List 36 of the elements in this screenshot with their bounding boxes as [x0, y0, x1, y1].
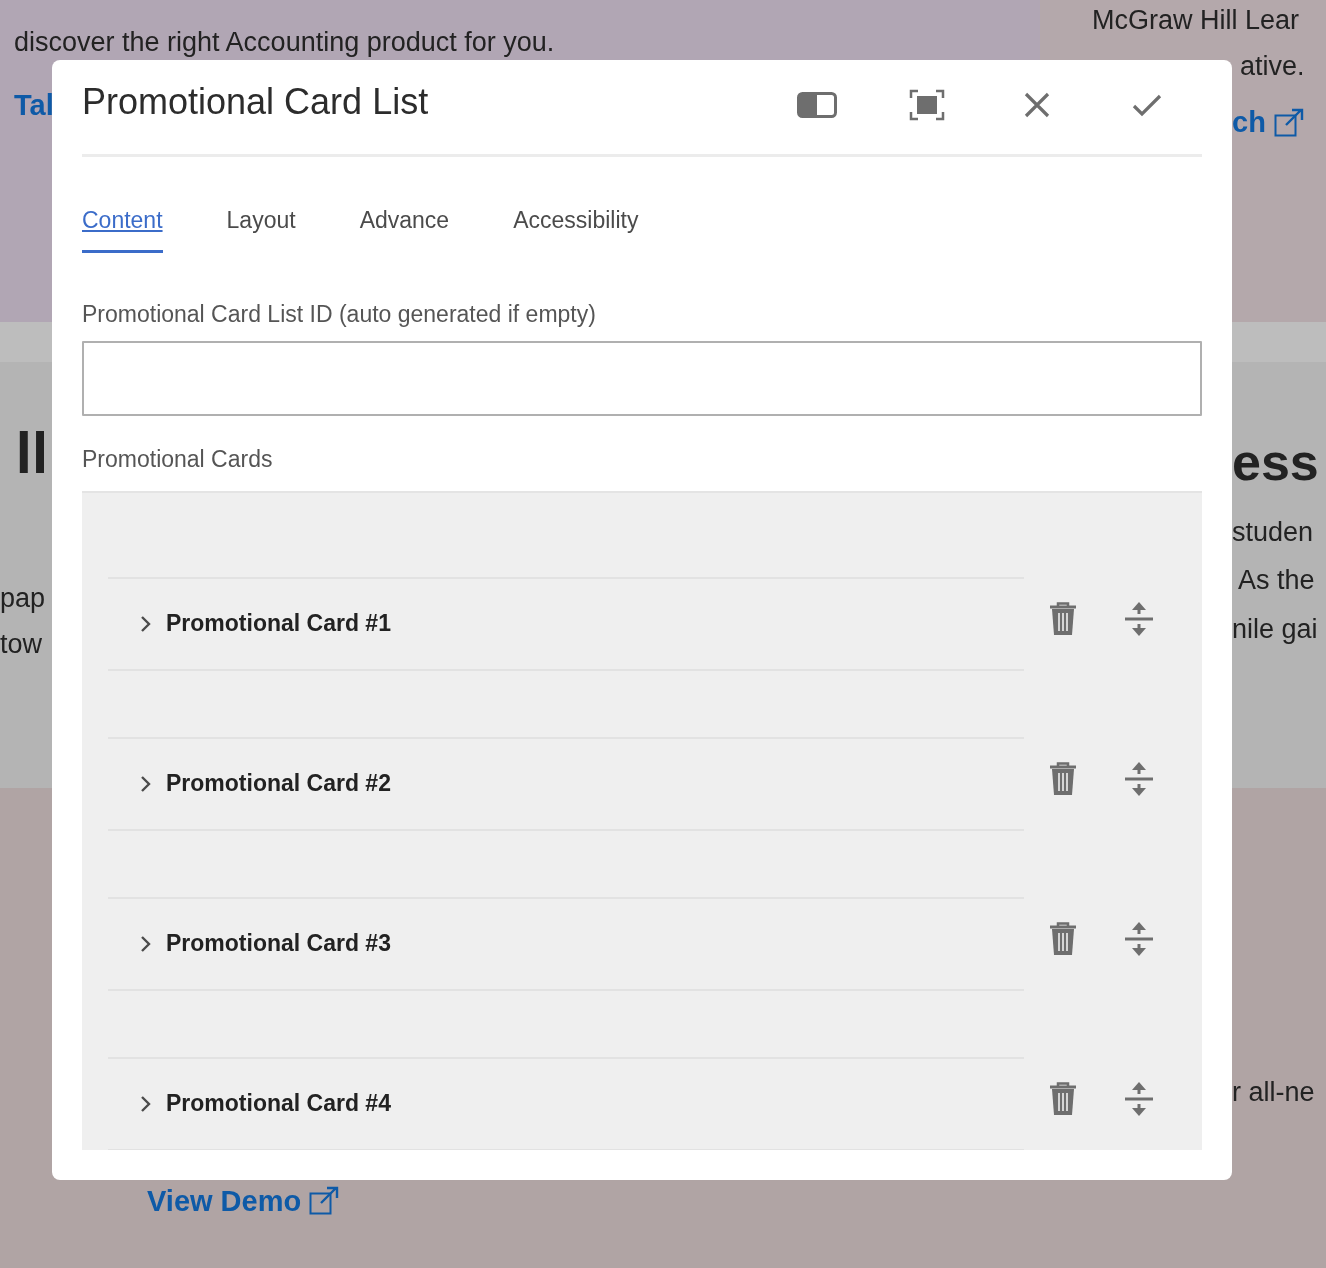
- trash-icon[interactable]: [1048, 761, 1078, 796]
- paragraph-text: nile gai: [1232, 612, 1319, 646]
- heading: ll: [14, 424, 49, 482]
- move-icon[interactable]: [1124, 920, 1154, 957]
- tab[interactable]: Layout: [226, 203, 296, 253]
- tab[interactable]: Content: [82, 203, 163, 253]
- external-link-icon: [1273, 107, 1304, 138]
- move-icon[interactable]: [1124, 760, 1154, 797]
- paragraph-text: McGraw Hill Lear: [1092, 4, 1301, 37]
- paragraph-text: As the: [1237, 564, 1316, 597]
- trash-icon[interactable]: [1048, 1081, 1078, 1116]
- fullscreen-icon[interactable]: [909, 89, 945, 121]
- check-icon[interactable]: [1132, 93, 1162, 117]
- input-field[interactable]: [82, 341, 1202, 416]
- dialog-title: Promotional Card List: [82, 80, 430, 124]
- paragraph-text: discover the right Accounting product for you.: [14, 26, 556, 59]
- field-label: Promotional Card List ID (auto generated if empty): [82, 299, 597, 329]
- trash-icon[interactable]: [1048, 601, 1078, 636]
- paragraph-text: tow: [0, 628, 44, 661]
- list-item[interactable]: Promotional Card #4: [108, 1056, 1024, 1150]
- trash-icon[interactable]: [1048, 921, 1078, 956]
- paragraph-text: pap: [0, 582, 47, 615]
- toggle-icon[interactable]: [797, 92, 837, 118]
- section-label: Promotional Cards: [82, 445, 274, 474]
- list-item[interactable]: Promotional Card #1: [108, 576, 1024, 671]
- list-item[interactable]: Promotional Card #2: [108, 736, 1024, 831]
- move-icon[interactable]: [1124, 1080, 1154, 1117]
- heading: ess: [1232, 436, 1320, 488]
- close-icon[interactable]: [1024, 92, 1050, 118]
- move-icon[interactable]: [1124, 600, 1154, 637]
- paragraph-text: ative.: [1239, 50, 1306, 83]
- tab[interactable]: Accessibility: [513, 203, 639, 253]
- paragraph-text: studen: [1232, 516, 1315, 549]
- paragraph-text: r all-ne: [1232, 1076, 1316, 1109]
- tab[interactable]: Advance: [359, 203, 450, 253]
- list-item[interactable]: Promotional Card #3: [108, 896, 1024, 991]
